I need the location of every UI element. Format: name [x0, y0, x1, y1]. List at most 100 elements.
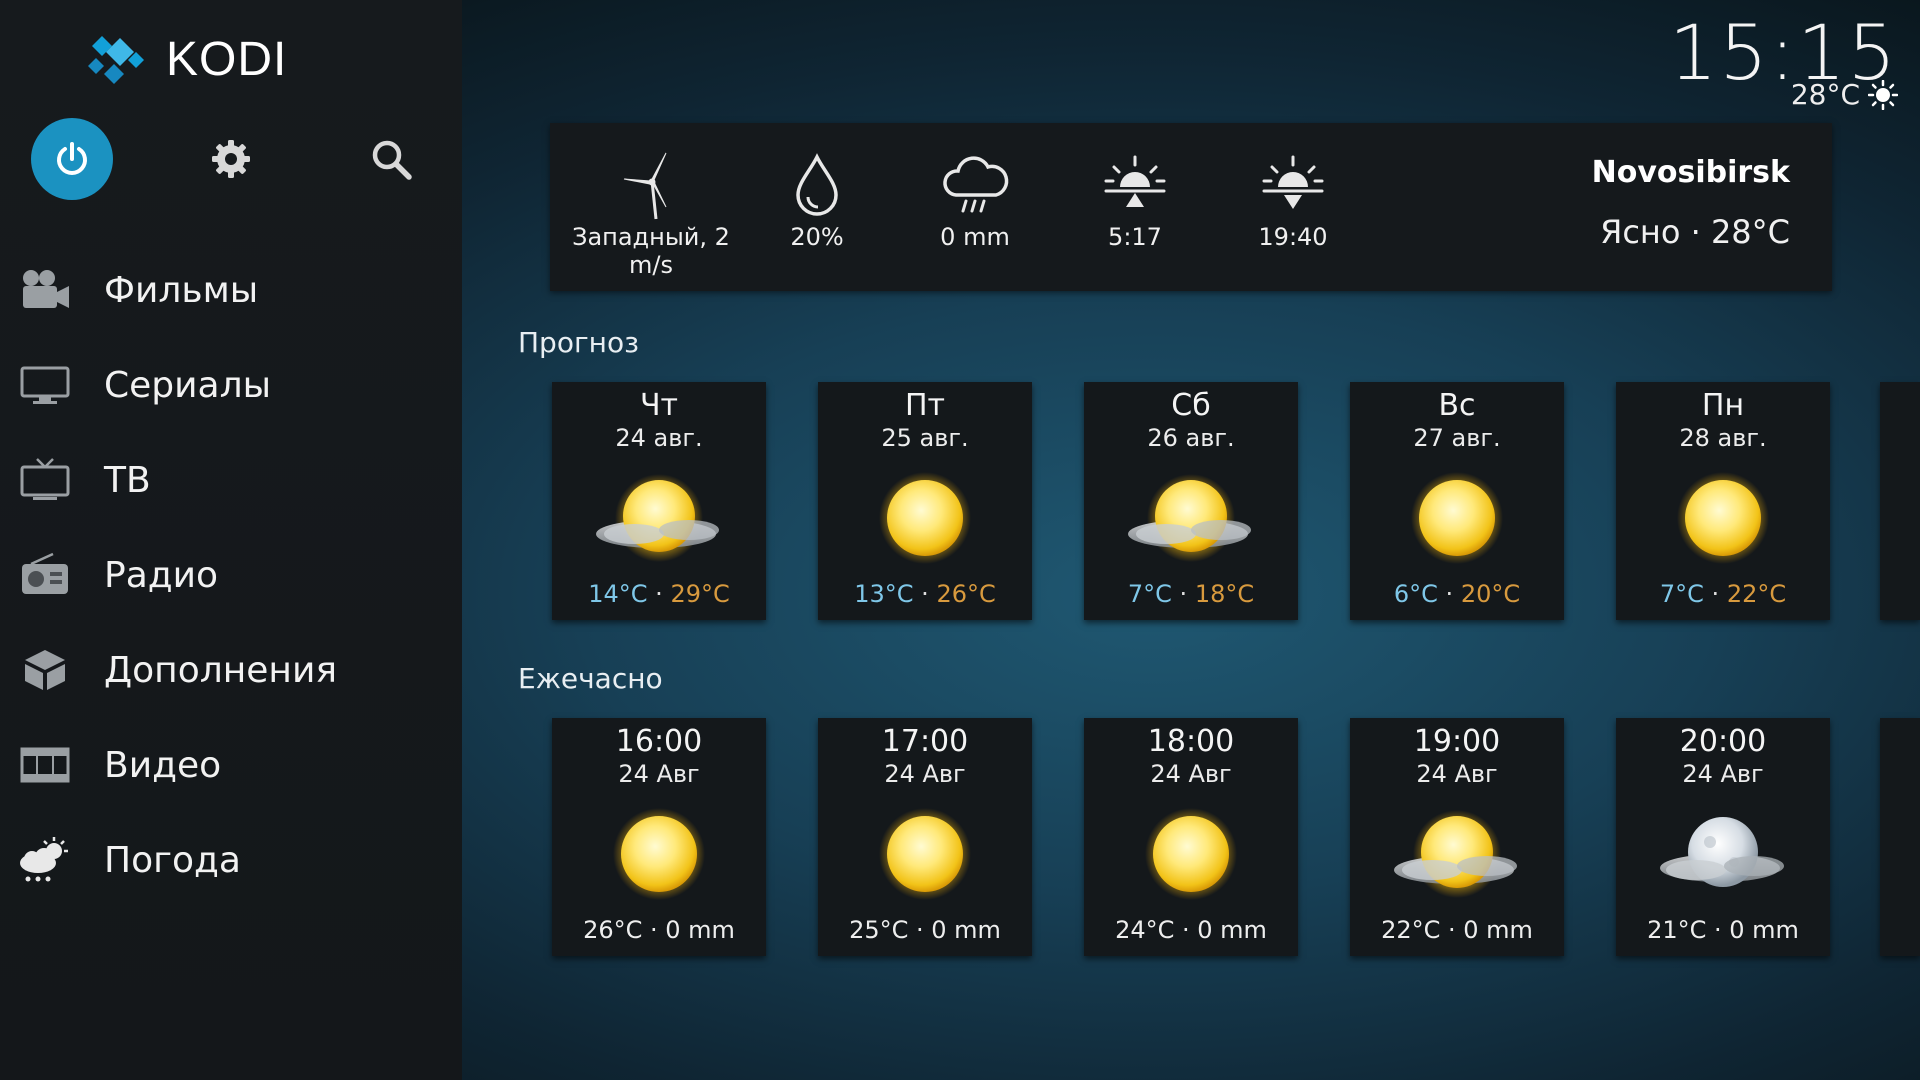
sidebar-item-label: Видео [104, 744, 222, 786]
kodi-logo: KODI [86, 28, 287, 90]
forecast-low: 7°C [1659, 580, 1704, 608]
forecast-card[interactable]: Пн 28 авг. 7°C · 22°C [1616, 382, 1830, 620]
current-conditions-content: Западный, 2 m/s 20% 0 mm 5:17 19:40 Novo… [550, 123, 1832, 291]
current-summary: Ясно · 28°C [1600, 213, 1790, 251]
hourly-info: 26°C · 0 mm [583, 916, 735, 944]
forecast-date: 25 авг. [881, 424, 969, 452]
film-strip-icon [18, 738, 72, 792]
sunset-icon [1262, 155, 1324, 209]
wind-turbine-icon [623, 152, 667, 220]
sun-icon [1145, 808, 1237, 900]
forecast-card-partial[interactable] [1880, 382, 1920, 620]
hourly-card[interactable]: 16:00 24 Авг 26°C · 0 mm [552, 718, 766, 956]
sunrise-icon [1104, 155, 1166, 207]
hourly-card[interactable]: 18:00 24 Авг 24°C · 0 mm [1084, 718, 1298, 956]
sidebar-item-videos[interactable]: Видео [0, 725, 462, 805]
clock-time: 15:15 [1668, 8, 1898, 97]
hourly-card[interactable]: 17:00 24 Авг 25°C · 0 mm [818, 718, 1032, 956]
tv-monitor-icon [18, 358, 72, 412]
sun-icon [879, 472, 971, 564]
search-button[interactable] [350, 118, 432, 200]
forecast-temps: 14°C · 29°C [588, 580, 730, 608]
hourly-info: 21°C · 0 mm [1647, 916, 1799, 944]
sunrise-value: 5:17 [1108, 223, 1162, 251]
forecast-temps: 6°C · 20°C [1393, 580, 1521, 608]
hourly-time: 18:00 [1147, 724, 1235, 759]
tv-antenna-icon [18, 453, 72, 507]
forecast-high: 20°C [1460, 580, 1521, 608]
kodi-logo-icon [88, 36, 144, 84]
power-icon [57, 142, 87, 175]
sidebar-item-label: ТВ [104, 459, 151, 501]
addons-box-icon [18, 643, 72, 697]
forecast-temps: 7°C · 18°C [1127, 580, 1255, 608]
humidity-drop-icon [796, 153, 838, 216]
kodi-logo-text: KODI [166, 32, 288, 86]
sidebar-item-addons[interactable]: Дополнения [0, 630, 462, 710]
sun-icon [879, 808, 971, 900]
radio-icon [18, 548, 72, 602]
hourly-date: 24 Авг [618, 760, 700, 788]
hourly-card-partial[interactable] [1880, 718, 1920, 956]
forecast-card[interactable]: Сб 26 авг. 7°C · 18°C [1084, 382, 1298, 620]
sun-cloud-icon [1128, 474, 1251, 562]
hourly-info: 24°C · 0 mm [1115, 916, 1267, 944]
hourly-info: 22°C · 0 mm [1381, 916, 1533, 944]
sun-icon [1677, 472, 1769, 564]
settings-button[interactable] [190, 118, 272, 200]
sidebar: KODI Фильмы Сериалы ТВ Радио Дополнения … [0, 0, 462, 1080]
sunset-value: 19:40 [1258, 223, 1328, 251]
sidebar-item-livetv[interactable]: ТВ [0, 440, 462, 520]
forecast-date: 24 авг. [615, 424, 703, 452]
sun-icon [1868, 80, 1898, 110]
forecast-high: 22°C [1726, 580, 1787, 608]
hourly-card[interactable]: 20:00 24 Авг 21°C · 0 mm [1616, 718, 1830, 956]
forecast-date: 28 авг. [1679, 424, 1767, 452]
hourly-card[interactable]: 19:00 24 Авг 22°C · 0 mm [1350, 718, 1564, 956]
hourly-time: 16:00 [615, 724, 703, 759]
forecast-high: 29°C [670, 580, 730, 608]
sunset-block: 19:40 [1208, 123, 1378, 291]
forecast-day: Вс [1438, 388, 1476, 423]
sidebar-item-label: Погода [104, 839, 241, 881]
city-name: Novosibirsk [1591, 155, 1790, 190]
movie-camera-icon [18, 263, 72, 317]
forecast-day: Чт [639, 388, 679, 423]
sidebar-item-label: Фильмы [104, 269, 259, 311]
humidity-block: 20% [732, 123, 902, 291]
sidebar-item-label: Сериалы [104, 364, 272, 406]
hourly-info: 25°C · 0 mm [849, 916, 1001, 944]
rain-cloud-icon [943, 156, 1009, 213]
precipitation-block: 0 mm [890, 123, 1060, 291]
moon-cloud-icon [1660, 817, 1784, 887]
precipitation-value: 0 mm [940, 223, 1010, 251]
forecast-card[interactable]: Пт 25 авг. 13°C · 26°C [818, 382, 1032, 620]
power-button[interactable] [31, 118, 113, 200]
forecast-card[interactable]: Чт 24 авг. 14°C · 29°C [552, 382, 766, 620]
humidity-value: 20% [790, 223, 844, 251]
forecast-day: Пн [1701, 388, 1745, 423]
forecast-low: 13°C [854, 580, 914, 608]
forecast-card[interactable]: Вс 27 авг. 6°C · 20°C [1350, 382, 1564, 620]
hourly-title: Ежечасно [518, 662, 663, 695]
gear-icon [212, 140, 250, 178]
sun-cloud-icon [1394, 810, 1517, 898]
hourly-date: 24 Авг [1416, 760, 1498, 788]
sidebar-item-label: Дополнения [104, 649, 337, 691]
clock-temperature: 28°C [1790, 78, 1860, 111]
sidebar-item-radio[interactable]: Радио [0, 535, 462, 615]
forecast-low: 7°C [1127, 580, 1172, 608]
sidebar-item-tvshows[interactable]: Сериалы [0, 345, 462, 425]
forecast-title: Прогноз [518, 326, 639, 359]
hourly-time: 20:00 [1679, 724, 1767, 759]
hourly-time: 19:00 [1413, 724, 1501, 759]
forecast-temps: 13°C · 26°C [854, 580, 996, 608]
forecast-date: 26 авг. [1147, 424, 1235, 452]
forecast-day: Сб [1171, 388, 1211, 423]
sunrise-block: 5:17 [1050, 123, 1220, 291]
forecast-date: 27 авг. [1413, 424, 1501, 452]
sidebar-item-weather[interactable]: Погода [0, 820, 462, 900]
forecast-temps: 7°C · 22°C [1659, 580, 1787, 608]
hourly-date: 24 Авг [1682, 760, 1764, 788]
sidebar-item-movies[interactable]: Фильмы [0, 250, 462, 330]
